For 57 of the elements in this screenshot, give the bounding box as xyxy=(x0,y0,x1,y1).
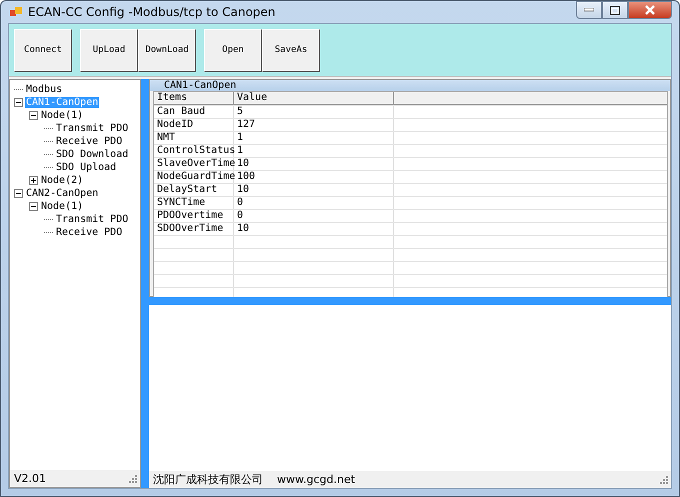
tree-item[interactable]: SDO Upload xyxy=(55,162,118,173)
table-cell: ControlStatus xyxy=(154,145,234,157)
table-cell: 10 xyxy=(234,158,394,170)
close-button[interactable] xyxy=(628,1,672,19)
minimize-icon xyxy=(584,8,594,12)
minimize-button[interactable] xyxy=(576,1,602,19)
tree-item[interactable]: Receive PDO xyxy=(55,227,124,238)
column-header[interactable]: Items xyxy=(154,92,234,105)
table-cell: PDOOvertime xyxy=(154,210,234,222)
toolbar-button[interactable]: UpLoad xyxy=(80,28,138,72)
tree-item[interactable]: SDO Download xyxy=(55,149,130,160)
toolbar-button[interactable]: Connect xyxy=(14,28,72,72)
table-cell: Can Baud xyxy=(154,106,234,118)
toolbar-button[interactable]: SaveAs xyxy=(262,28,320,72)
resize-grip-icon xyxy=(129,474,137,482)
table-cell: 127 xyxy=(234,119,394,131)
table-cell: SlaveOverTime xyxy=(154,158,234,170)
tree-item[interactable]: CAN2-CanOpen xyxy=(25,188,100,199)
table-cell: 5 xyxy=(234,106,394,118)
table-cell: NodeGuardTime xyxy=(154,171,234,183)
table-cell: SYNCTime xyxy=(154,197,234,209)
table-cell: 10 xyxy=(234,184,394,196)
close-icon xyxy=(644,5,656,15)
resize-grip-icon xyxy=(660,476,668,484)
table-cell: 100 xyxy=(234,171,394,183)
tree-item[interactable]: Transmit PDO xyxy=(55,123,130,134)
toolbar-button[interactable]: DownLoad xyxy=(138,28,196,72)
tree-item[interactable]: Node(2) xyxy=(40,175,84,186)
table-cell: NMT xyxy=(154,132,234,144)
table-cell: 1 xyxy=(234,145,394,157)
website-label: www.gcgd.net xyxy=(277,473,356,486)
window-title: ECAN-CC Config -Modbus/tcp to Canopen xyxy=(28,5,276,19)
toolbar-button[interactable]: Open xyxy=(204,28,262,72)
tree-item[interactable]: Modbus xyxy=(25,84,64,95)
table-cell: SDOOverTime xyxy=(154,223,234,235)
app-icon xyxy=(9,5,23,19)
collapse-icon[interactable] xyxy=(29,111,38,120)
version-label: V2.01 xyxy=(14,472,46,485)
table-cell: 10 xyxy=(234,223,394,235)
expand-icon[interactable] xyxy=(29,176,38,185)
table-cell: DelayStart xyxy=(154,184,234,196)
collapse-icon[interactable] xyxy=(14,98,23,107)
tree-item[interactable]: Receive PDO xyxy=(55,136,124,147)
table-cell: 0 xyxy=(234,197,394,209)
table-cell: 0 xyxy=(234,210,394,222)
table-cell: 1 xyxy=(234,132,394,144)
table-cell: NodeID xyxy=(154,119,234,131)
tree-item[interactable]: Node(1) xyxy=(40,110,84,121)
panel-title: CAN1-CanOpen xyxy=(150,80,670,91)
column-header[interactable]: Value xyxy=(234,92,394,105)
tree-item[interactable]: Node(1) xyxy=(40,201,84,212)
collapse-icon[interactable] xyxy=(29,202,38,211)
collapse-icon[interactable] xyxy=(14,189,23,198)
maximize-button[interactable] xyxy=(602,1,628,19)
tree-item[interactable]: Transmit PDO xyxy=(55,214,130,225)
maximize-icon xyxy=(610,6,620,14)
company-name: 沈阳广成科技有限公司 xyxy=(153,472,263,487)
